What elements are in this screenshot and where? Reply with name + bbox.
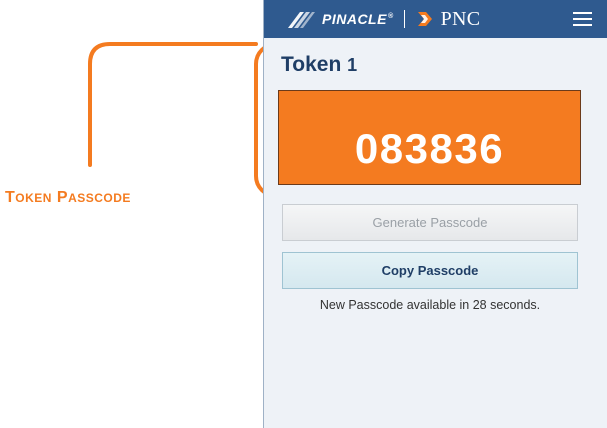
passcode-value: 083836 <box>354 124 505 172</box>
brand-pnc-text: PNC <box>440 7 481 30</box>
passcode-display: 083836 <box>278 90 581 185</box>
callout-label-asscode: ASSCODE <box>68 191 131 205</box>
token-title-label: Token <box>281 53 342 76</box>
callout-label-oken: OKEN <box>15 191 52 205</box>
callout-leader-line <box>88 42 258 167</box>
app-screen: PINACLE® PNC Token 1 083836 Generate Pas… <box>263 0 607 428</box>
pinacle-swoosh-icon <box>288 12 315 28</box>
app-header: PINACLE® PNC <box>264 0 607 38</box>
token-title: Token 1 <box>281 53 357 77</box>
brand-trademark: ® <box>387 13 394 21</box>
passcode-countdown-text: New Passcode available in 28 seconds. <box>319 298 541 312</box>
callout-label-t: T <box>5 189 16 206</box>
generate-passcode-button[interactable]: Generate Passcode <box>282 204 578 241</box>
callout-label-p: P <box>56 189 69 206</box>
brand-logo: PINACLE® PNC <box>286 0 480 38</box>
token-number: 1 <box>347 55 358 75</box>
brand-pinacle-text: PINACLE® <box>322 11 394 27</box>
brand-pinacle-word: PINACLE <box>322 11 387 27</box>
copy-passcode-button[interactable]: Copy Passcode <box>282 252 578 289</box>
token-passcode-callout-label: TOKEN PASSCODE <box>5 189 131 207</box>
pnc-logo-icon <box>417 12 432 26</box>
brand-divider <box>403 10 405 28</box>
hamburger-menu-icon[interactable] <box>573 9 595 29</box>
